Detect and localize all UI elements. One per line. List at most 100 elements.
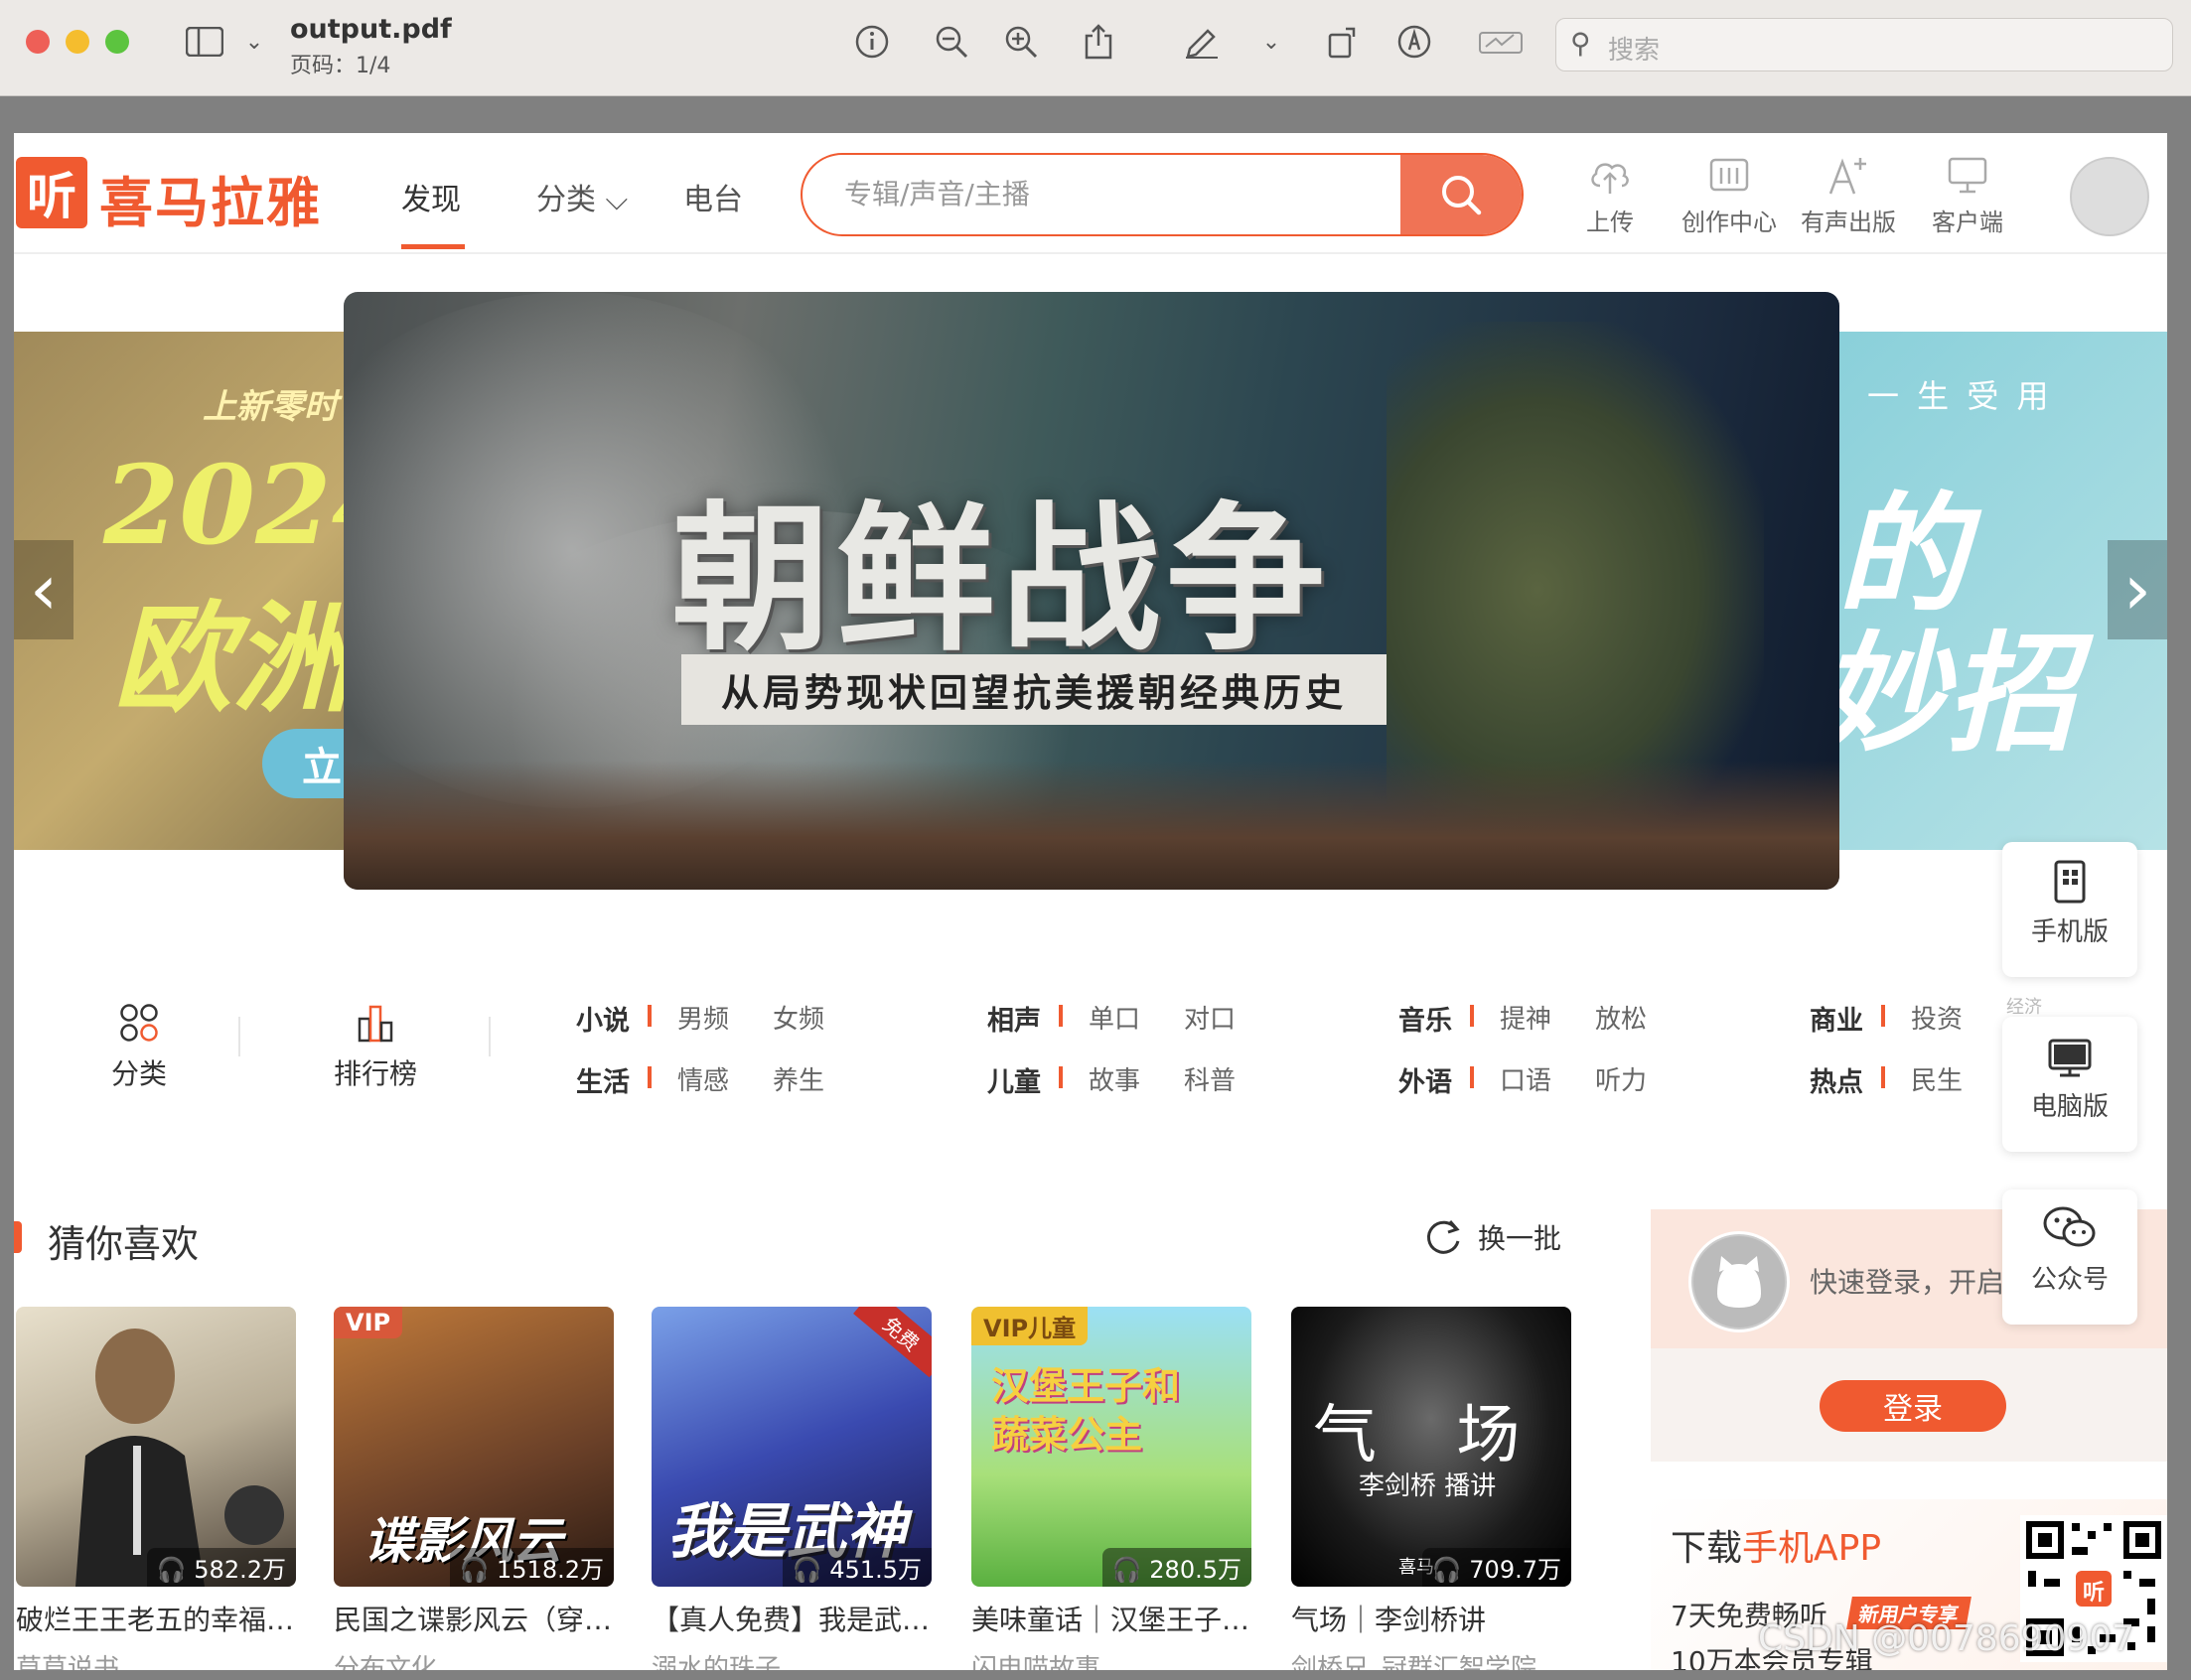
banner-ground xyxy=(344,761,1839,890)
refresh-button[interactable]: 换一批 xyxy=(1424,1217,1561,1257)
album-card[interactable]: VIP 谍影风云 🎧 1518.2万 民国之谍影风云（穿… 分布文化 xyxy=(334,1307,614,1680)
category-sub[interactable]: 女频 xyxy=(773,999,824,1036)
album-cover[interactable]: 🎧 582.2万 xyxy=(16,1307,296,1587)
category-hot[interactable]: 热点 xyxy=(1810,1060,1863,1099)
site-search-button[interactable] xyxy=(1400,155,1522,234)
upload-label: 上传 xyxy=(1586,209,1634,236)
grid-circles-icon xyxy=(120,1004,158,1042)
category-music[interactable]: 音乐 xyxy=(1398,999,1452,1038)
category-sub[interactable]: 放松 xyxy=(1595,999,1647,1036)
album-title[interactable]: 美味童话｜汉堡王子… xyxy=(971,1599,1251,1638)
login-button[interactable]: 登录 xyxy=(1820,1380,2006,1432)
play-count: 🎧 451.5万 xyxy=(782,1548,932,1587)
mobile-version-button[interactable]: 手机版 xyxy=(2002,842,2137,977)
share-icon[interactable] xyxy=(1079,22,1118,62)
nav-radio[interactable]: 电台 xyxy=(683,175,743,218)
play-count: 🎧 1518.2万 xyxy=(449,1548,614,1587)
chevron-down-icon[interactable]: ⌄ xyxy=(234,22,274,62)
banner-next-button[interactable]: › xyxy=(2108,540,2167,639)
category-sub[interactable]: 故事 xyxy=(1089,1060,1140,1097)
markup-pen-icon[interactable] xyxy=(1182,22,1222,62)
site-search-input[interactable] xyxy=(842,173,1402,214)
category-separator xyxy=(648,1066,652,1088)
category-children[interactable]: 儿童 xyxy=(987,1060,1041,1099)
album-title[interactable]: 气场｜李剑桥讲 xyxy=(1291,1599,1571,1638)
category-language[interactable]: 外语 xyxy=(1398,1060,1452,1099)
upload-button[interactable]: 上传 xyxy=(1555,153,1665,237)
banner-left-button[interactable]: 立 xyxy=(262,729,352,798)
category-sub[interactable]: 民生 xyxy=(1911,1060,1963,1097)
mobile-version-label: 手机版 xyxy=(2030,917,2109,947)
login-prompt: 快速登录，开启 xyxy=(1810,1266,2005,1299)
desktop-icon xyxy=(2002,1017,2137,1078)
category-sub[interactable]: 对口 xyxy=(1184,999,1236,1036)
zoom-window-button[interactable] xyxy=(105,30,129,54)
nav-discover[interactable]: 发现 xyxy=(401,175,461,218)
category-sub[interactable]: 男频 xyxy=(677,999,729,1036)
markup-menu-chevron-icon[interactable]: ⌄ xyxy=(1251,22,1291,62)
logo-text[interactable]: 喜马拉雅 xyxy=(99,159,322,237)
audio-publish-button[interactable]: 有声出版 xyxy=(1794,153,1903,237)
ranking-shortcut[interactable]: 排行榜 xyxy=(306,1003,445,1092)
album-cover[interactable]: VIP 谍影风云 🎧 1518.2万 xyxy=(334,1307,614,1587)
category-sub[interactable]: 科普 xyxy=(1184,1060,1236,1097)
logo-icon[interactable]: 听 xyxy=(16,157,87,228)
creator-center-label: 创作中心 xyxy=(1681,209,1777,236)
wechat-account-button[interactable]: 公众号 xyxy=(2002,1190,2137,1325)
album-card[interactable]: 气 场 李剑桥 播讲 喜马 🎧 709.7万 气场｜李剑桥讲 剑桥兄_冠群汇智学… xyxy=(1291,1307,1571,1680)
album-cover[interactable]: VIP儿童 汉堡王子和蔬菜公主 🎧 280.5万 xyxy=(971,1307,1251,1587)
site-search-box xyxy=(801,153,1524,236)
creator-center-button[interactable]: 创作中心 xyxy=(1675,153,1784,237)
wechat-account-label: 公众号 xyxy=(2030,1265,2109,1295)
section-title-guess: 猜你喜欢 xyxy=(48,1222,200,1266)
divider xyxy=(489,1017,491,1056)
banner-left-line1: 上新零时 xyxy=(203,387,338,427)
category-novel[interactable]: 小说 xyxy=(576,999,630,1038)
zoom-in-icon[interactable] xyxy=(1001,22,1041,62)
toolbar-search-field[interactable]: ⚲ 搜索 xyxy=(1555,18,2173,71)
category-business[interactable]: 商业 xyxy=(1810,999,1863,1038)
category-separator xyxy=(1470,1066,1474,1088)
category-sub[interactable]: 提神 xyxy=(1500,999,1551,1036)
category-sub[interactable]: 投资 xyxy=(1911,999,1963,1036)
minimize-window-button[interactable] xyxy=(66,30,89,54)
category-sub[interactable]: 听力 xyxy=(1595,1060,1647,1097)
user-avatar[interactable] xyxy=(2070,157,2149,236)
category-sub[interactable]: 单口 xyxy=(1089,999,1140,1036)
client-download-button[interactable]: 客户端 xyxy=(1913,153,2022,237)
cover-title-art: 气 场 xyxy=(1313,1399,1550,1472)
category-separator xyxy=(1059,1066,1063,1088)
category-sub[interactable]: 情感 xyxy=(677,1060,729,1097)
cover-figure-art xyxy=(75,1329,284,1587)
album-title[interactable]: 民国之谍影风云（穿… xyxy=(334,1599,614,1638)
album-cover[interactable]: 免费 我是武神 🎧 451.5万 xyxy=(652,1307,932,1587)
play-count: 🎧 280.5万 xyxy=(1101,1548,1251,1587)
info-icon[interactable] xyxy=(852,22,892,62)
album-title[interactable]: 【真人免费】我是武… xyxy=(652,1599,932,1638)
category-sub-clipped[interactable]: 经济 xyxy=(2006,993,2042,1019)
rotate-icon[interactable] xyxy=(1323,22,1363,62)
close-window-button[interactable] xyxy=(26,30,50,54)
category-sub[interactable]: 养生 xyxy=(773,1060,824,1097)
banner-slide-main[interactable]: 朝鲜战争 从局势现状回望抗美援朝经典历史 xyxy=(344,292,1839,890)
window-bottom-edge xyxy=(0,1670,2191,1680)
category-crosstalk[interactable]: 相声 xyxy=(987,999,1041,1038)
category-shortcut[interactable]: 分类 xyxy=(70,1003,209,1092)
sidebar-toggle-icon[interactable] xyxy=(185,22,224,62)
category-life[interactable]: 生活 xyxy=(576,1060,630,1099)
monitor-icon xyxy=(1913,153,2022,199)
client-label: 客户端 xyxy=(1932,209,2003,236)
album-cover[interactable]: 气 场 李剑桥 播讲 喜马 🎧 709.7万 xyxy=(1291,1307,1571,1587)
album-card[interactable]: VIP儿童 汉堡王子和蔬菜公主 🎧 280.5万 美味童话｜汉堡王子… 闪电喵故… xyxy=(971,1307,1251,1680)
album-title[interactable]: 破烂王王老五的幸福… xyxy=(16,1599,296,1638)
signature-icon[interactable] xyxy=(1476,22,1526,62)
album-card[interactable]: 🎧 582.2万 破烂王王老五的幸福… 草草说书 xyxy=(16,1307,296,1680)
annotate-icon[interactable] xyxy=(1394,22,1434,62)
album-card[interactable]: 免费 我是武神 🎧 451.5万 【真人免费】我是武… 溺水的珠子 xyxy=(652,1307,932,1680)
vip-kids-badge: VIP儿童 xyxy=(971,1307,1089,1345)
zoom-out-icon[interactable] xyxy=(932,22,971,62)
nav-category[interactable]: 分类 ⌵ xyxy=(536,175,628,218)
category-sub[interactable]: 口语 xyxy=(1500,1060,1551,1097)
desktop-version-button[interactable]: 电脑版 xyxy=(2002,1017,2137,1152)
banner-prev-button[interactable]: ‹ xyxy=(14,540,73,639)
